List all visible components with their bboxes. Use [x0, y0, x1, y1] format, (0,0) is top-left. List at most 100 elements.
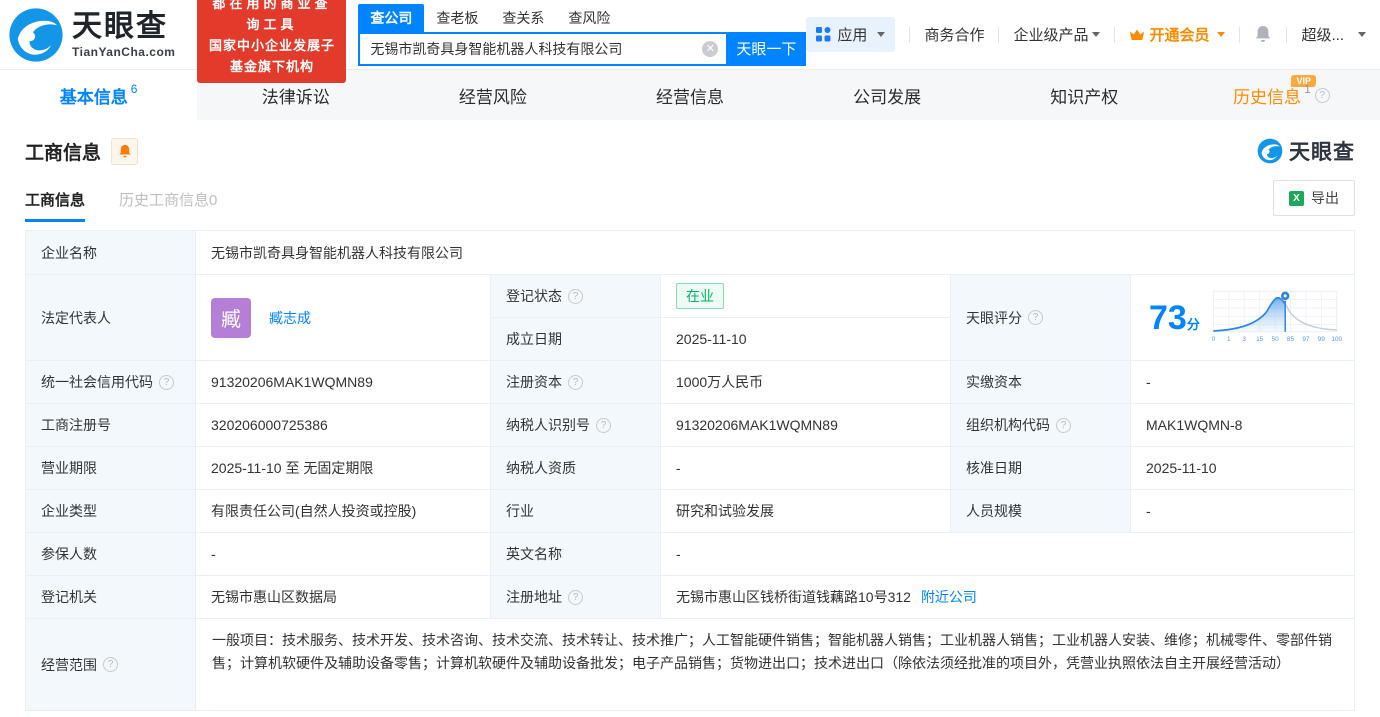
nav-apps[interactable]: 应用 — [806, 17, 896, 52]
paid-capital-value: - — [1131, 361, 1355, 404]
staff-size-label: 人员规模 — [966, 503, 1022, 519]
establish-date-label: 成立日期 — [506, 331, 562, 347]
tab-basic-info[interactable]: 基本信息 6 — [0, 70, 198, 120]
industry-label: 行业 — [506, 503, 534, 519]
field-label: 登记状态 — [491, 275, 661, 318]
approval-date-label: 核准日期 — [966, 460, 1022, 476]
help-icon[interactable] — [568, 589, 583, 605]
search-tab-relation[interactable]: 查关系 — [490, 4, 556, 32]
reg-status-cell: 在业 — [661, 275, 951, 318]
taxpayer-qual-text: - — [676, 460, 681, 476]
tianyancha-logo[interactable]: 天眼查 TianYanCha.com — [8, 7, 175, 63]
search-input[interactable] — [358, 31, 727, 66]
section-watermark-text: 天眼查 — [1289, 141, 1355, 164]
tab-intellectual-property-label: 知识产权 — [1050, 87, 1119, 107]
search-tab-company[interactable]: 查公司 — [358, 3, 425, 32]
en-name-text: - — [676, 546, 681, 562]
org-code-value: MAK1WQMN-8 — [1131, 404, 1355, 447]
help-icon[interactable] — [1028, 310, 1043, 325]
nav-open-vip[interactable]: 开通会员 — [1129, 24, 1226, 45]
field-label: 营业期限 — [26, 447, 196, 490]
notification-bell-icon[interactable] — [1254, 25, 1272, 44]
chevron-down-icon — [1358, 32, 1366, 37]
field-label: 组织机构代码 — [951, 404, 1131, 447]
scope-text: 一般项目：技术服务、技术开发、技术咨询、技术交流、技术转让、技术推广；人工智能硬… — [212, 632, 1332, 671]
help-icon[interactable] — [596, 417, 611, 433]
tab-operation-info[interactable]: 经营信息 — [591, 70, 788, 120]
term-label: 营业期限 — [41, 460, 97, 476]
field-label: 纳税人资质 — [491, 447, 661, 490]
legal-rep-avatar[interactable]: 臧 — [211, 297, 251, 338]
field-label: 法定代表人 — [26, 275, 196, 361]
help-icon[interactable] — [1314, 87, 1330, 103]
help-icon[interactable] — [159, 374, 174, 390]
slogan-line1: 都在用的商业查询工具 — [212, 0, 332, 32]
divider — [1114, 26, 1116, 43]
field-label: 纳税人识别号 — [491, 404, 661, 447]
export-button[interactable]: 导出 — [1273, 180, 1355, 216]
taxpayer-id-label: 纳税人识别号 — [506, 417, 590, 433]
taxpayer-id-text: 91320206MAK1WQMN89 — [676, 417, 838, 433]
address-text: 无锡市惠山区钱桥街道钱藕路10号312 — [676, 589, 911, 605]
tab-history-info-count: 1 — [1304, 82, 1311, 96]
tab-operation-risk[interactable]: 经营风险 — [394, 70, 591, 120]
taxpayer-qual-value: - — [661, 447, 951, 490]
field-label: 注册资本 — [491, 361, 661, 404]
brand-domain: TianYanCha.com — [72, 44, 176, 59]
help-icon[interactable] — [568, 288, 583, 304]
tab-legal-label: 法律诉讼 — [261, 87, 330, 107]
reg-authority-label: 登记机关 — [41, 589, 97, 605]
search-tab-boss[interactable]: 查老板 — [424, 4, 490, 32]
company-type-value: 有限责任公司(自然人投资或控股) — [196, 490, 491, 533]
tab-operation-info-label: 经营信息 — [655, 87, 724, 107]
nav-cooperation-label: 商务合作 — [924, 27, 985, 44]
monitor-bell-button[interactable] — [111, 137, 139, 165]
svg-text:100: 100 — [1331, 336, 1342, 343]
search-button[interactable]: 天眼一下 — [726, 31, 807, 66]
help-icon[interactable] — [103, 657, 118, 672]
nav-cooperation[interactable]: 商务合作 — [924, 24, 984, 45]
scope-value: 一般项目：技术服务、技术开发、技术咨询、技术交流、技术转让、技术推广；人工智能硬… — [196, 619, 1355, 711]
tab-legal[interactable]: 法律诉讼 — [197, 70, 394, 120]
field-label: 企业名称 — [26, 231, 196, 275]
page: 天眼查 TianYanCha.com 都在用的商业查询工具 国家中小企业发展子基… — [0, 0, 1380, 717]
score-distribution-chart: 0 1 3 15 50 85 97 99 100 — [1211, 290, 1342, 343]
tab-basic-info-count: 6 — [130, 82, 138, 96]
field-label: 登记机关 — [26, 576, 196, 619]
score-label: 天眼评分 — [966, 309, 1022, 326]
subtab-history-business-info[interactable]: 历史工商信息0 — [119, 189, 217, 222]
svg-text:3: 3 — [1242, 336, 1246, 343]
tab-history-info[interactable]: VIP 历史信息 1 — [1183, 70, 1380, 120]
business-info-table: 企业名称 无锡市凯奇具身智能机器人科技有限公司 法定代表人 臧 臧志成 登记状态… — [25, 230, 1355, 711]
bell-icon — [118, 144, 131, 157]
tab-intellectual-property[interactable]: 知识产权 — [986, 70, 1183, 120]
export-button-label: 导出 — [1311, 190, 1339, 206]
field-label: 企业类型 — [26, 490, 196, 533]
field-label: 经营范围 — [26, 619, 196, 711]
approval-date-value: 2025-11-10 — [1131, 447, 1355, 490]
subtab-business-info[interactable]: 工商信息 — [25, 189, 86, 222]
legal-rep-cell: 臧 臧志成 — [196, 275, 491, 361]
svg-text:97: 97 — [1302, 336, 1310, 343]
field-label: 参保人数 — [26, 533, 196, 576]
apps-grid-icon — [816, 27, 831, 42]
svg-text:85: 85 — [1287, 336, 1295, 343]
nav-enterprise[interactable]: 企业级产品 — [1013, 24, 1101, 45]
tab-company-development[interactable]: 公司发展 — [789, 70, 986, 120]
tab-operation-risk-label: 经营风险 — [458, 87, 527, 107]
search-tab-risk[interactable]: 查风险 — [556, 4, 622, 32]
legal-rep-link[interactable]: 臧志成 — [269, 308, 311, 328]
help-icon[interactable] — [1056, 417, 1071, 433]
excel-icon — [1289, 190, 1304, 206]
chevron-down-icon — [1217, 32, 1226, 37]
brand-name: 天眼查 — [72, 9, 168, 43]
svg-text:0: 0 — [1211, 336, 1215, 343]
svg-text:99: 99 — [1318, 336, 1326, 343]
insured-value: - — [196, 533, 491, 576]
nearby-companies-link[interactable]: 附近公司 — [921, 587, 977, 607]
clear-search-icon[interactable] — [702, 40, 719, 57]
chevron-down-icon — [1092, 32, 1101, 37]
nav-user-menu[interactable]: 超级... — [1301, 24, 1366, 45]
legal-rep-label: 法定代表人 — [41, 309, 111, 326]
help-icon[interactable] — [568, 374, 583, 390]
